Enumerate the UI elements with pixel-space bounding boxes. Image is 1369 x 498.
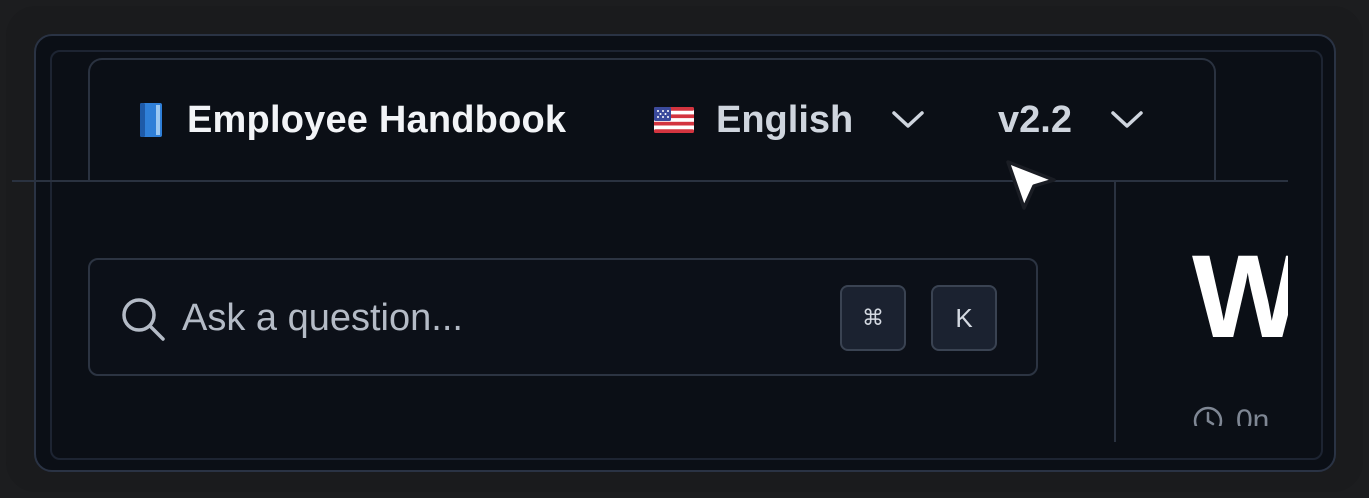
shortcut-command-key: ⌘ bbox=[840, 285, 906, 351]
page-heading: W bbox=[1192, 231, 1288, 363]
search-input[interactable] bbox=[182, 288, 782, 348]
language-label: English bbox=[716, 99, 854, 141]
chevron-down-icon bbox=[1111, 111, 1143, 128]
chevron-down-icon bbox=[892, 111, 924, 128]
clock-icon bbox=[1193, 406, 1223, 426]
blue-book-icon bbox=[140, 103, 162, 137]
page-meta: 0n bbox=[1192, 404, 1269, 426]
version-label: v2.2 bbox=[998, 99, 1072, 141]
shortcut-k-key: K bbox=[931, 285, 997, 351]
language-selector[interactable]: English bbox=[654, 92, 925, 148]
mouse-cursor-icon bbox=[1006, 160, 1056, 210]
us-flag-icon bbox=[654, 107, 694, 133]
version-selector[interactable]: v2.2 bbox=[998, 92, 1144, 148]
search-box[interactable]: ⌘ K bbox=[88, 258, 1038, 376]
handbook-title[interactable]: Employee Handbook bbox=[187, 98, 566, 142]
content-panel: W 0n bbox=[1116, 182, 1288, 426]
page-meta-text: 0n bbox=[1236, 404, 1270, 426]
header-divider bbox=[12, 180, 1288, 182]
search-icon bbox=[122, 298, 165, 341]
